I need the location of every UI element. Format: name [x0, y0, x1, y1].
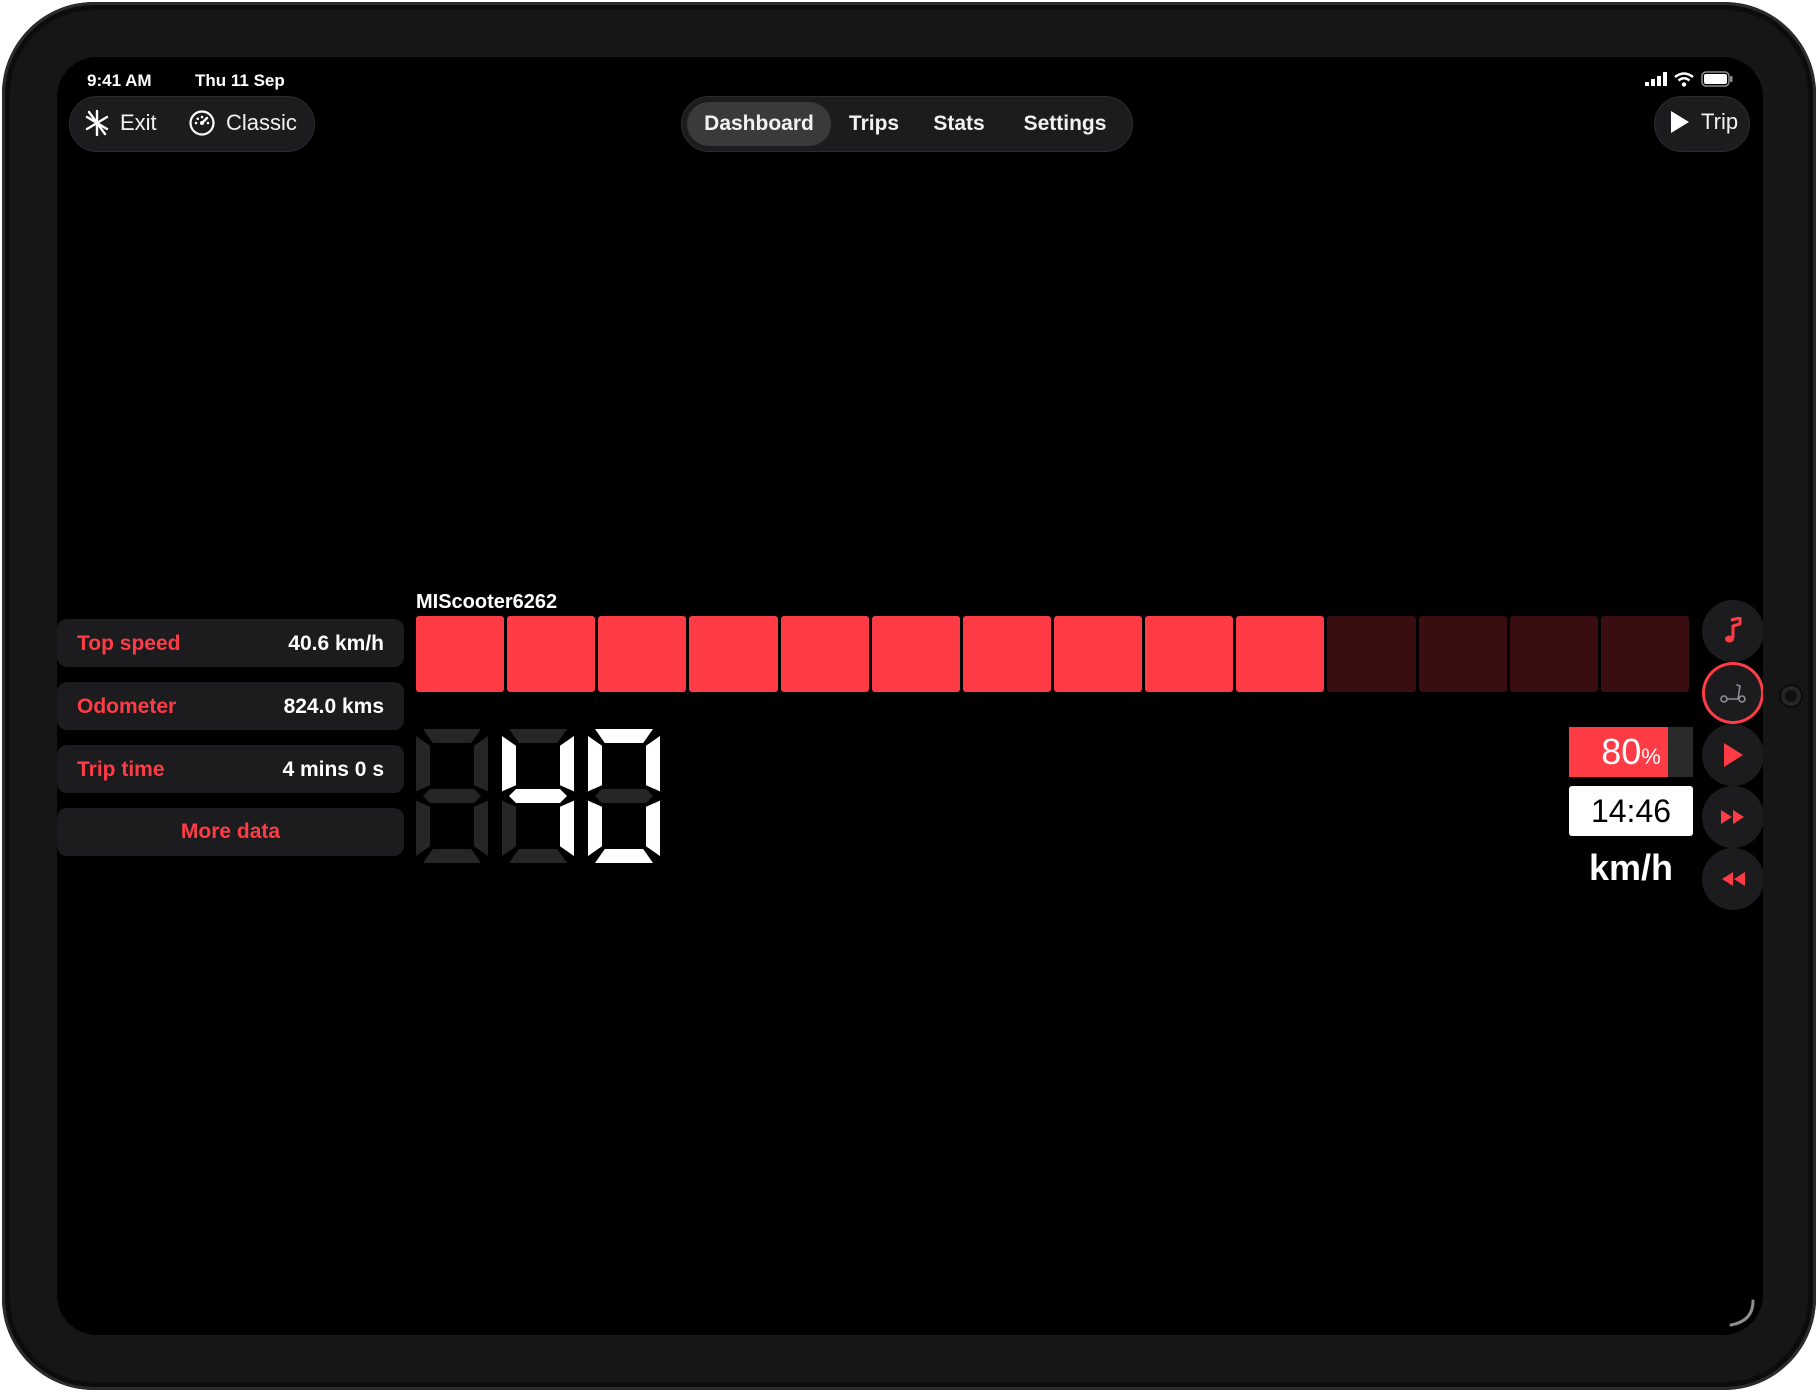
scooter-button[interactable] — [1702, 662, 1763, 724]
speed-bar-segment — [1145, 616, 1234, 692]
stat-label: Top speed — [77, 632, 181, 655]
music-button[interactable] — [1702, 600, 1763, 662]
stat-trip-time: Trip time 4 mins 0 s — [57, 745, 404, 793]
digit-segment — [423, 789, 481, 803]
speed-bar-segment — [598, 616, 687, 692]
stat-label: Trip time — [77, 758, 165, 781]
scooter-icon — [1720, 684, 1746, 703]
mode-toolbar: Exit Classic — [69, 96, 315, 152]
digit-segment — [502, 736, 516, 792]
speed-bar-segment — [780, 616, 869, 692]
digit-segment — [646, 800, 660, 856]
rewind-icon — [1722, 872, 1745, 886]
device-name: MIScooter6262 — [416, 591, 558, 613]
more-data-button[interactable]: More data — [57, 808, 404, 856]
speed-bar-segment — [1327, 616, 1416, 692]
speed-bar-segment — [1418, 616, 1507, 692]
digit-segment — [423, 849, 481, 863]
trip-label: Trip — [1701, 109, 1739, 134]
battery-indicator: 80% — [1569, 727, 1693, 777]
battery-value: 80 — [1601, 731, 1642, 772]
digit-segment — [474, 736, 488, 792]
app-screen: 9:41 AM Thu 11 Sep Exit Classic Dashboar… — [57, 57, 1763, 1335]
cellular-signal-icon — [1645, 72, 1667, 86]
status-icons — [1645, 71, 1733, 87]
speed-bar-segment — [962, 616, 1051, 692]
tab-trips[interactable]: Trips — [834, 102, 914, 146]
status-time: 9:41 AM — [87, 71, 152, 90]
digit-segment — [416, 800, 430, 856]
digit-segment — [595, 849, 653, 863]
play-icon — [1724, 743, 1743, 767]
play-button[interactable] — [1702, 724, 1763, 786]
trip-toolbar: Trip — [1654, 96, 1750, 152]
stat-odometer: Odometer 824.0 kms — [57, 682, 404, 730]
rewind-button[interactable] — [1702, 848, 1763, 910]
battery-status-icon — [1701, 71, 1733, 87]
play-icon — [1671, 111, 1689, 133]
stat-value: 40.6 km/h — [288, 632, 384, 655]
speed-bar-segment — [689, 616, 778, 692]
speed-bar-segment — [507, 616, 596, 692]
main-tabs: Dashboard Trips Stats Settings — [681, 96, 1133, 152]
speed-display — [416, 729, 660, 863]
battery-text: 80% — [1569, 731, 1693, 773]
speed-bar-segment — [1600, 616, 1689, 692]
status-date: Thu 11 Sep — [195, 71, 285, 90]
trip-button[interactable]: Trip — [1669, 109, 1738, 135]
status-bar: 9:41 AM Thu 11 Sep — [87, 63, 1733, 93]
stat-label: Odometer — [77, 695, 177, 718]
fast-forward-button[interactable] — [1702, 786, 1763, 848]
exit-label: Exit — [120, 110, 157, 135]
digit-segment — [509, 729, 567, 743]
digit-segment — [595, 729, 653, 743]
digit-segment — [474, 800, 488, 856]
ride-time: 14:46 — [1569, 786, 1693, 836]
music-icon — [1725, 617, 1742, 643]
digit-segment — [509, 789, 567, 803]
speed-bar-segment — [1236, 616, 1325, 692]
speed-bar-segment — [416, 616, 505, 692]
wifi-icon — [1674, 71, 1694, 87]
stats-panel: Top speed 40.6 km/h Odometer 824.0 kms T… — [57, 619, 404, 869]
speed-bar-segment — [871, 616, 960, 692]
tab-settings[interactable]: Settings — [1004, 102, 1126, 146]
exit-button[interactable]: Exit — [84, 109, 157, 137]
corner-resize-indicator — [1729, 1299, 1755, 1327]
digit-segment — [646, 736, 660, 792]
digit-segment — [588, 736, 602, 792]
speed-bar-segment — [1054, 616, 1143, 692]
digit-segment — [509, 849, 567, 863]
front-camera — [1781, 686, 1801, 706]
speedometer-icon — [189, 110, 215, 136]
digit-segment — [560, 800, 574, 856]
fast-forward-icon — [1721, 810, 1744, 824]
digit-segment — [560, 736, 574, 792]
stat-top-speed: Top speed 40.6 km/h — [57, 619, 404, 667]
speed-bar-segment — [1509, 616, 1598, 692]
stat-value: 824.0 kms — [283, 695, 384, 718]
exit-icon — [85, 109, 109, 137]
battery-unit: % — [1641, 744, 1661, 769]
stat-value: 4 mins 0 s — [282, 758, 384, 781]
tab-stats[interactable]: Stats — [918, 102, 1000, 146]
digit-segment — [595, 789, 653, 803]
classic-label: Classic — [226, 110, 297, 135]
digit-segment — [423, 729, 481, 743]
digit-segment — [416, 736, 430, 792]
classic-button[interactable]: Classic — [188, 109, 297, 137]
tab-dashboard[interactable]: Dashboard — [687, 102, 831, 146]
speed-bar — [416, 616, 1689, 692]
digit-segment — [588, 800, 602, 856]
speed-unit: km/h — [1588, 847, 1674, 888]
digit-segment — [502, 800, 516, 856]
